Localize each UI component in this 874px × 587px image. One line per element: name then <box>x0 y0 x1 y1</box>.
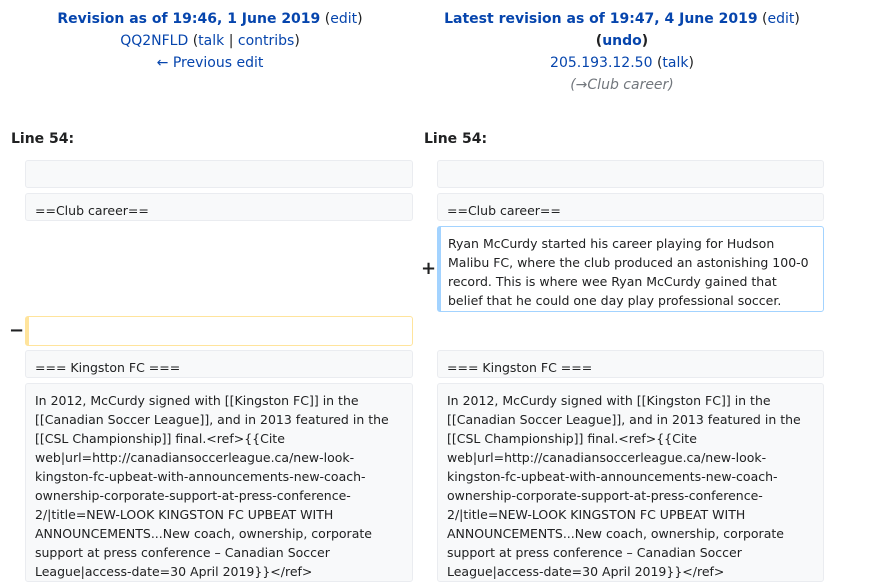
old-revision-header: Revision as of 19:46, 1 June 2019 (edit)… <box>57 11 363 71</box>
minus-marker: − <box>9 320 25 341</box>
old-user-talk-link[interactable]: talk <box>198 33 224 49</box>
line-number-right: Line 54: <box>424 131 488 147</box>
new-user-talk-link[interactable]: talk <box>662 55 688 71</box>
old-revision-link[interactable]: Revision as of 19:46, 1 June 2019 <box>57 11 320 27</box>
old-user-contribs-link[interactable]: contribs <box>238 33 294 49</box>
previous-edit-link[interactable]: ← Previous edit <box>157 55 264 71</box>
old-edit-link[interactable]: edit <box>330 11 357 27</box>
added-line: Ryan McCurdy started his career playing … <box>437 226 824 312</box>
new-user-link[interactable]: 205.193.12.50 <box>550 55 652 71</box>
context-line-club-career-right: ==Club career== <box>437 193 824 221</box>
new-revision-header: Latest revision as of 19:47, 4 June 2019… <box>444 11 800 93</box>
undo-link[interactable]: undo <box>602 33 642 49</box>
context-paragraph-right: In 2012, McCurdy signed with [[Kingston … <box>437 383 824 582</box>
line-number-left: Line 54: <box>11 131 75 147</box>
edit-summary: (→Club career) <box>570 77 674 93</box>
context-paragraph-left: In 2012, McCurdy signed with [[Kingston … <box>25 383 413 582</box>
deleted-line <box>25 316 413 346</box>
context-line-club-career-left: ==Club career== <box>25 193 413 221</box>
old-user-link[interactable]: QQ2NFLD <box>120 33 188 49</box>
context-line-kingston-right: === Kingston FC === <box>437 350 824 378</box>
context-line-empty-left <box>25 160 413 188</box>
new-revision-link[interactable]: Latest revision as of 19:47, 4 June 2019 <box>444 11 757 27</box>
context-line-empty-right <box>437 160 824 188</box>
new-edit-link[interactable]: edit <box>768 11 795 27</box>
plus-marker: + <box>421 258 437 279</box>
context-line-kingston-left: === Kingston FC === <box>25 350 413 378</box>
